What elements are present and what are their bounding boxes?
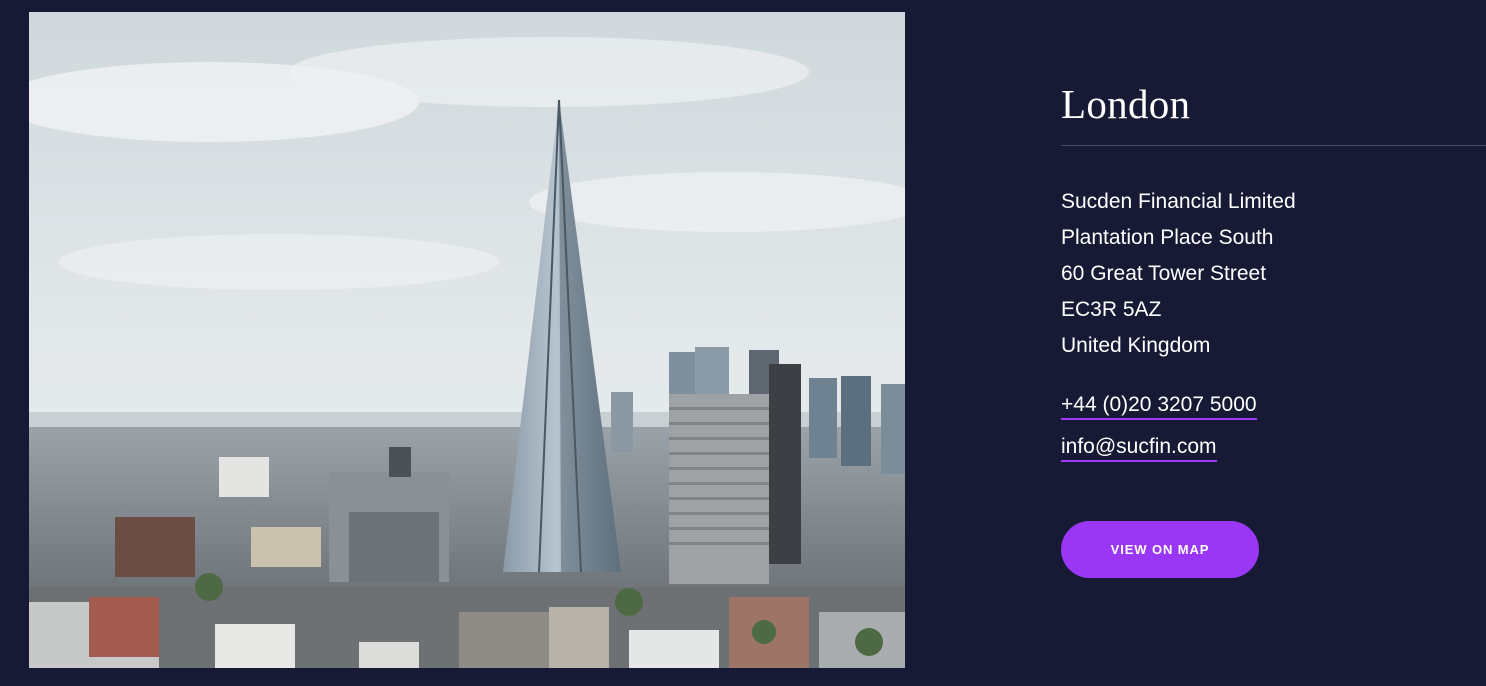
address-line-building: Plantation Place South [1061, 226, 1274, 249]
office-info-panel: London Sucden Financial Limited Plantati… [1061, 0, 1486, 686]
phone-link[interactable]: +44 (0)20 3207 5000 [1061, 393, 1257, 420]
skyline-illustration [29, 12, 905, 668]
office-address: Sucden Financial Limited Plantation Plac… [1061, 184, 1296, 364]
london-skyline-photo [29, 12, 905, 668]
address-line-company: Sucden Financial Limited [1061, 190, 1296, 213]
address-line-street: 60 Great Tower Street [1061, 262, 1267, 285]
address-line-postcode: EC3R 5AZ [1061, 298, 1162, 321]
title-divider [1061, 145, 1486, 146]
email-link[interactable]: info@sucfin.com [1061, 435, 1217, 462]
city-title: London [1061, 81, 1191, 127]
office-location-section: London Sucden Financial Limited Plantati… [0, 0, 1486, 686]
address-line-country: United Kingdom [1061, 334, 1211, 357]
view-on-map-button[interactable]: VIEW ON MAP [1061, 521, 1259, 578]
